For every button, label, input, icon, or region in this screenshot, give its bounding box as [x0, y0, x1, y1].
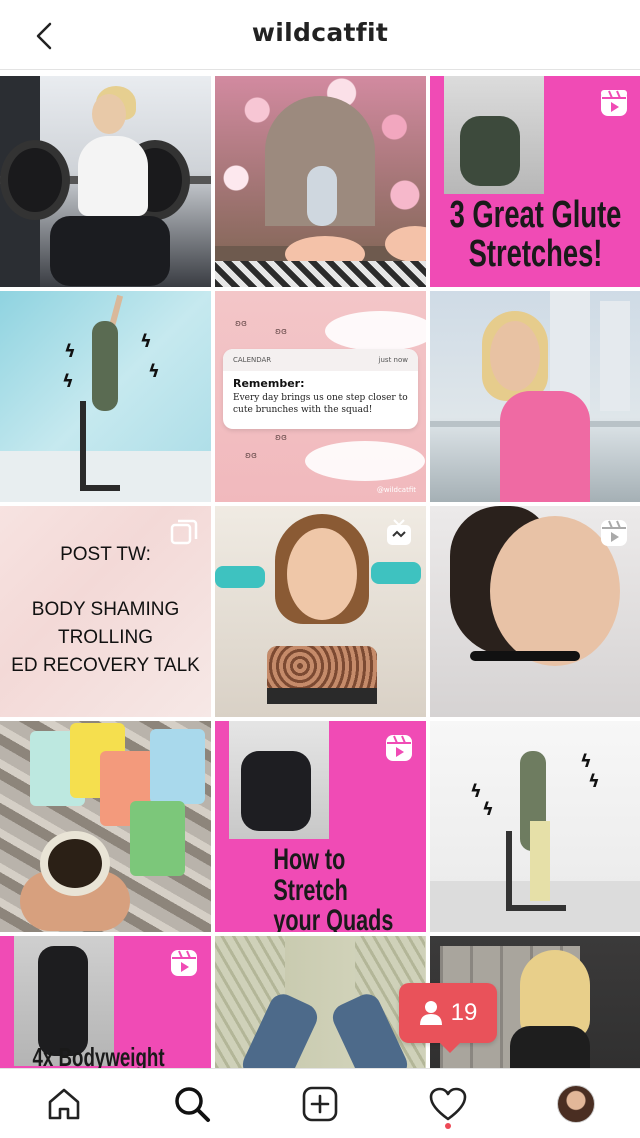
post-caption-overlay: 4x Bodyweight	[32, 1042, 165, 1068]
top-bar: wildcatfit	[0, 0, 640, 70]
grid-post[interactable]	[215, 76, 426, 287]
grid-post[interactable]: ϟ ϟ ϟ ϟ	[0, 291, 211, 502]
grid-post[interactable]	[430, 291, 640, 502]
home-icon	[48, 1088, 80, 1120]
profile-avatar[interactable]	[557, 1085, 595, 1123]
igtv-icon	[387, 519, 411, 545]
post-caption-overlay: 3 Great Glute Stretches!	[449, 194, 622, 275]
nav-search-button[interactable]	[169, 1081, 215, 1127]
grid-post[interactable]	[215, 936, 426, 1068]
heart-icon	[429, 1087, 467, 1121]
grid-post[interactable]: How to Stretch your Quads	[215, 721, 426, 932]
reels-icon	[171, 950, 197, 976]
post-grid: 3 Great Glute Stretches! ϟ ϟ ϟ ϟ ʚɞ ʚɞ ʚ…	[0, 76, 640, 1068]
calendar-notification-card: CALENDAR just now Remember: Every day br…	[223, 349, 418, 429]
bottom-navigation	[0, 1068, 640, 1138]
profile-username: wildcatfit	[251, 18, 389, 47]
post-handle: @wildcatfit	[376, 486, 416, 494]
grid-post[interactable]: ʚɞ ʚɞ ʚɞ ʚɞ CALENDAR just now Remember: …	[215, 291, 426, 502]
reels-icon	[601, 520, 627, 546]
grid-post[interactable]: 4x Bodyweight	[0, 936, 211, 1068]
new-followers-count: 19	[450, 999, 478, 1026]
reels-icon	[386, 735, 412, 761]
grid-post[interactable]: POST TW: BODY SHAMING TROLLING ED RECOVE…	[0, 506, 211, 717]
grid-post[interactable]	[0, 76, 211, 287]
person-icon	[419, 1001, 442, 1025]
grid-post[interactable]	[0, 721, 211, 932]
add-post-icon	[302, 1086, 338, 1122]
grid-post[interactable]: 3 Great Glute Stretches!	[430, 76, 640, 287]
activity-notification-dot	[445, 1123, 451, 1129]
nav-new-post-button[interactable]	[297, 1081, 343, 1127]
new-followers-badge[interactable]: 19	[399, 983, 497, 1053]
post-caption-overlay: How to Stretch your Quads	[273, 843, 394, 932]
search-icon	[175, 1087, 210, 1122]
grid-post[interactable]	[215, 506, 426, 717]
grid-post[interactable]: ϟ ϟ ϟ ϟ	[430, 721, 640, 932]
grid-post[interactable]	[430, 506, 640, 717]
nav-home-button[interactable]	[41, 1081, 87, 1127]
nav-activity-button[interactable]	[425, 1081, 471, 1127]
carousel-icon	[170, 519, 198, 545]
reels-icon	[601, 90, 627, 116]
